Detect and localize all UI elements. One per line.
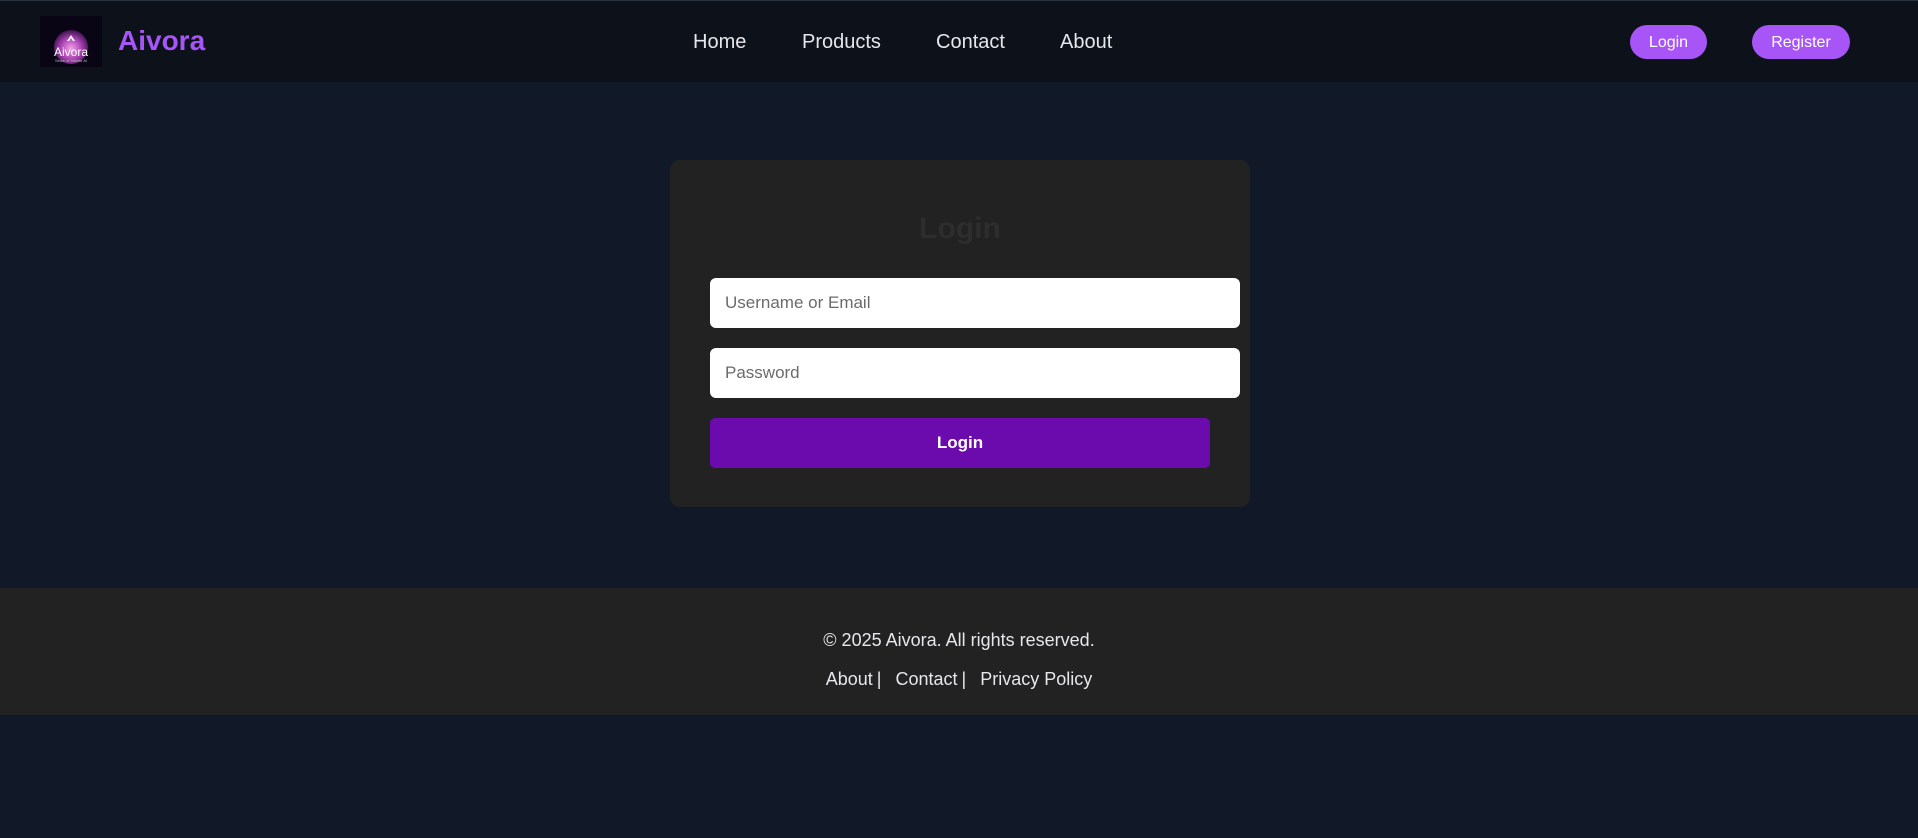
footer-link-contact[interactable]: Contact [895,669,957,689]
footer-links: About | Contact | Privacy Policy [0,668,1918,690]
logo-tagline: Seize of Infinite AI [54,58,88,63]
logo-triangle-inner [69,38,73,41]
nav-contact[interactable]: Contact [936,30,1005,54]
footer-link-privacy[interactable]: Privacy Policy [980,669,1092,689]
navbar: Aivora Seize of Infinite AI Aivora Home … [0,0,1918,82]
logo-text: Aivora [53,45,88,59]
password-input[interactable] [710,348,1240,398]
nav-about[interactable]: About [1060,30,1112,54]
logo[interactable]: Aivora Seize of Infinite AI [40,16,102,67]
nav-home[interactable]: Home [693,30,746,54]
header-login-button[interactable]: Login [1630,25,1707,59]
footer-separator: | [961,669,967,689]
nav-products[interactable]: Products [802,30,881,54]
footer: © 2025 Aivora. All rights reserved. Abou… [0,588,1918,715]
login-title: Login [919,212,1001,245]
copyright-text: © 2025 Aivora. All rights reserved. [823,630,1095,650]
login-submit-button[interactable]: Login [710,418,1210,468]
header-register-button[interactable]: Register [1752,25,1850,59]
brand-name[interactable]: Aivora [118,25,205,57]
username-input[interactable] [710,278,1240,328]
footer-separator: | [876,669,882,689]
login-card: Login Login [670,160,1250,507]
footer-link-about[interactable]: About [826,669,873,689]
